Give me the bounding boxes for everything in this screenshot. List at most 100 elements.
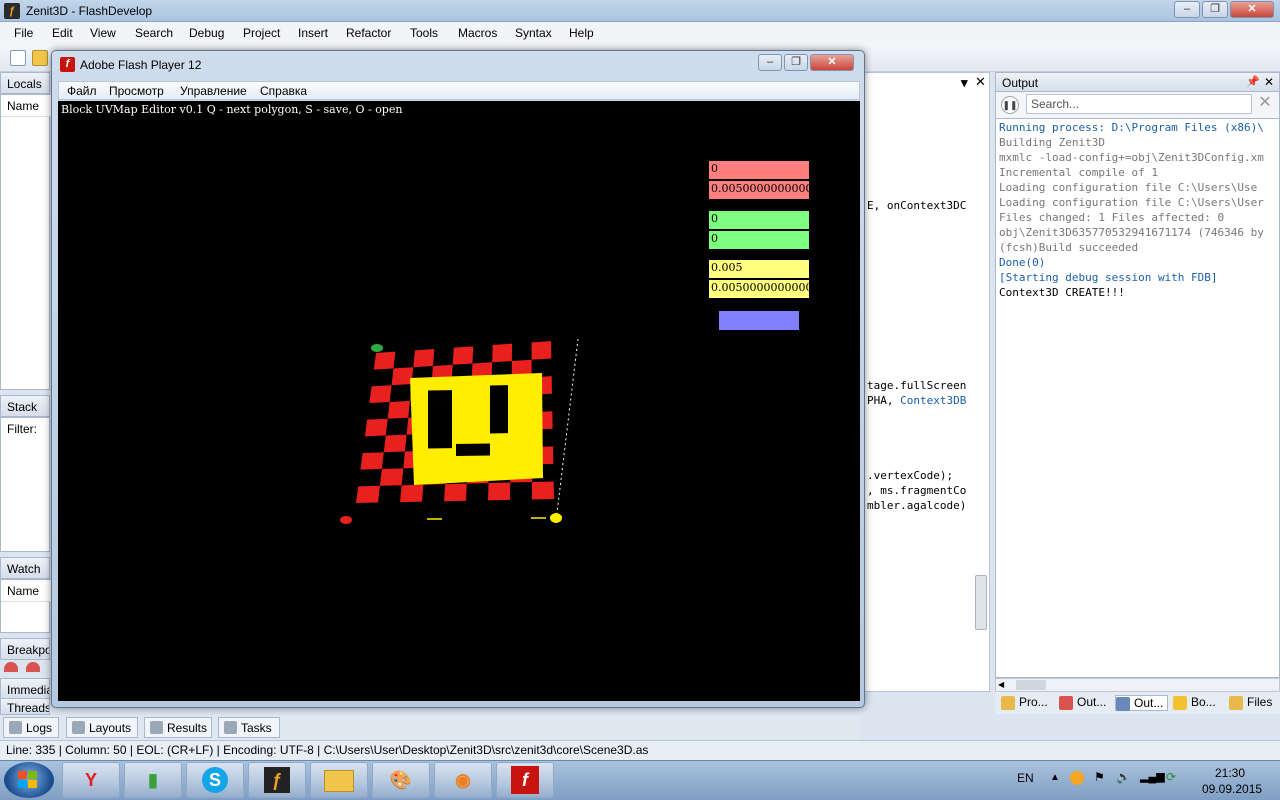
minimize-button[interactable]: – — [1174, 1, 1200, 18]
new-file-icon[interactable] — [10, 50, 26, 66]
windows-logo-icon — [18, 771, 38, 789]
fp-menu-file[interactable]: Файл — [67, 84, 97, 98]
clock-date[interactable]: 09.09.2015 — [1202, 782, 1262, 796]
tab-outline[interactable]: Out... — [1059, 695, 1107, 710]
output-scroll-thumb[interactable] — [1016, 680, 1046, 690]
close-button[interactable]: ✕ — [1230, 1, 1274, 18]
fp-maximize-button[interactable]: ❐ — [784, 54, 808, 71]
output-close-icon[interactable]: ✕ — [1264, 75, 1274, 89]
menu-search[interactable]: Search — [135, 26, 173, 40]
code-editor[interactable]: E, onContext3DC tage.fullScreen PHA, Con… — [860, 72, 990, 692]
output-horizontal-scrollbar[interactable]: ◀ — [995, 678, 1280, 692]
editor-tab-menu-icon[interactable]: ▾ — [961, 75, 968, 91]
pin-icon[interactable]: 📌 — [1246, 75, 1260, 88]
tab-layouts[interactable]: Layouts — [66, 717, 138, 738]
output-line: Loading configuration file C:\Users\Use — [999, 181, 1258, 194]
stack-filter-label: Filter: — [7, 422, 37, 436]
blender-icon[interactable]: ◉ — [434, 762, 492, 798]
breakpoint-icon[interactable] — [4, 662, 18, 672]
stack-panel-header[interactable]: Stack — [0, 395, 50, 417]
flash-player-title: Adobe Flash Player 12 — [80, 58, 202, 72]
green-handle[interactable] — [371, 344, 383, 352]
checker-cell — [391, 367, 414, 386]
network-icon[interactable]: ▂▄▆ — [1140, 770, 1165, 783]
skype-icon[interactable]: S — [186, 762, 244, 798]
output-icon — [1116, 697, 1130, 711]
tab-project[interactable]: Pro... — [1001, 695, 1048, 710]
editor-close-icon[interactable]: ✕ — [975, 74, 986, 90]
code-line: E, onContext3DC — [867, 199, 967, 212]
code-line: mbler.agalcode) — [867, 499, 967, 512]
language-indicator[interactable]: EN — [1017, 771, 1034, 785]
menu-project[interactable]: Project — [243, 26, 280, 40]
fp-close-button[interactable]: ✕ — [810, 54, 854, 71]
show-hidden-icons-icon[interactable]: ▲ — [1050, 772, 1060, 783]
menu-macros[interactable]: Macros — [458, 26, 497, 40]
flashdevelop-icon[interactable]: ƒ — [248, 762, 306, 798]
flash-glyph: f — [511, 766, 539, 794]
start-button[interactable] — [4, 762, 54, 798]
tray-app-icon[interactable] — [1070, 771, 1084, 785]
tab-files[interactable]: Files — [1229, 695, 1272, 710]
menu-syntax[interactable]: Syntax — [515, 26, 552, 40]
flash-player-icon[interactable]: f — [496, 762, 554, 798]
output-line: mxmlc -load-config+=obj\Zenit3DConfig.xm — [999, 151, 1264, 164]
tab-tasks[interactable]: Tasks — [218, 717, 280, 738]
scroll-left-icon[interactable]: ◀ — [998, 680, 1008, 690]
breakpoints-panel-header[interactable]: Breakpo — [0, 638, 50, 660]
update-icon[interactable]: ⟳ — [1166, 770, 1176, 784]
open-folder-icon[interactable] — [32, 50, 48, 66]
code-line: , ms.fragmentCo — [867, 484, 967, 497]
locals-panel-header[interactable]: Locals — [0, 72, 50, 94]
menu-refactor[interactable]: Refactor — [346, 26, 391, 40]
locals-name-column[interactable]: Name — [1, 95, 51, 117]
watch-panel-header[interactable]: Watch — [0, 557, 50, 579]
yellow-handle[interactable] — [550, 513, 562, 523]
flash-stage[interactable]: Block UVMap Editor v0.1 Q - next polygon… — [58, 101, 860, 701]
fp-minimize-button[interactable]: – — [758, 54, 782, 71]
paint-icon[interactable]: 🎨 — [372, 762, 430, 798]
editor-scrollbar-thumb[interactable] — [975, 575, 987, 630]
menu-view[interactable]: View — [90, 26, 116, 40]
flash-player-icon: f — [60, 57, 75, 72]
status-bar: Line: 335 | Column: 50 | EOL: (CR+LF) | … — [0, 740, 1280, 760]
menu-help[interactable]: Help — [569, 26, 594, 40]
immediate-panel-header[interactable]: Immedia — [0, 678, 50, 700]
yandex-browser-icon[interactable]: Y — [62, 762, 120, 798]
threads-panel-header[interactable]: Threads — [0, 698, 50, 715]
action-center-icon[interactable]: ⚑ — [1094, 770, 1105, 784]
menu-insert[interactable]: Insert — [298, 26, 328, 40]
uv-map-canvas[interactable] — [58, 101, 860, 701]
tab-label: Out... — [1134, 696, 1164, 710]
tab-label: Out... — [1077, 695, 1107, 709]
fp-menu-help[interactable]: Справка — [260, 84, 307, 98]
maximize-button[interactable]: ❐ — [1202, 1, 1228, 18]
gpu-gadget-icon[interactable]: ▮ — [124, 762, 182, 798]
fp-menu-control[interactable]: Управление — [180, 84, 247, 98]
layouts-icon — [72, 721, 85, 734]
breakpoint-icon[interactable] — [26, 662, 40, 672]
files-icon — [1229, 696, 1243, 710]
tab-logs[interactable]: Logs — [3, 717, 59, 738]
pause-icon[interactable]: ❚❚ — [1001, 96, 1019, 114]
fp-menu-view[interactable]: Просмотр — [109, 84, 164, 98]
menu-tools[interactable]: Tools — [410, 26, 438, 40]
volume-icon[interactable]: 🔈 — [1116, 770, 1131, 784]
output-line: Building Zenit3D — [999, 136, 1105, 149]
clear-search-icon[interactable]: ✕ — [1256, 94, 1274, 114]
menu-debug[interactable]: Debug — [189, 26, 224, 40]
red-handle[interactable] — [340, 516, 352, 524]
menu-file[interactable]: File — [14, 26, 33, 40]
tab-output[interactable]: Out... — [1115, 695, 1169, 711]
tab-label: Results — [167, 721, 208, 735]
tab-bookmarks[interactable]: Bo... — [1173, 695, 1216, 710]
output-log[interactable]: Running process: D:\Program Files (x86)\… — [995, 118, 1280, 678]
watch-name-column[interactable]: Name — [1, 580, 51, 602]
tab-label: Logs — [26, 721, 53, 735]
output-panel-header[interactable]: Output 📌 ✕ — [995, 72, 1280, 92]
tab-results[interactable]: Results — [144, 717, 212, 738]
menu-edit[interactable]: Edit — [52, 26, 73, 40]
clock-time[interactable]: 21:30 — [1215, 766, 1245, 780]
output-search-input[interactable]: Search... — [1026, 94, 1252, 114]
file-explorer-icon[interactable] — [310, 762, 368, 798]
